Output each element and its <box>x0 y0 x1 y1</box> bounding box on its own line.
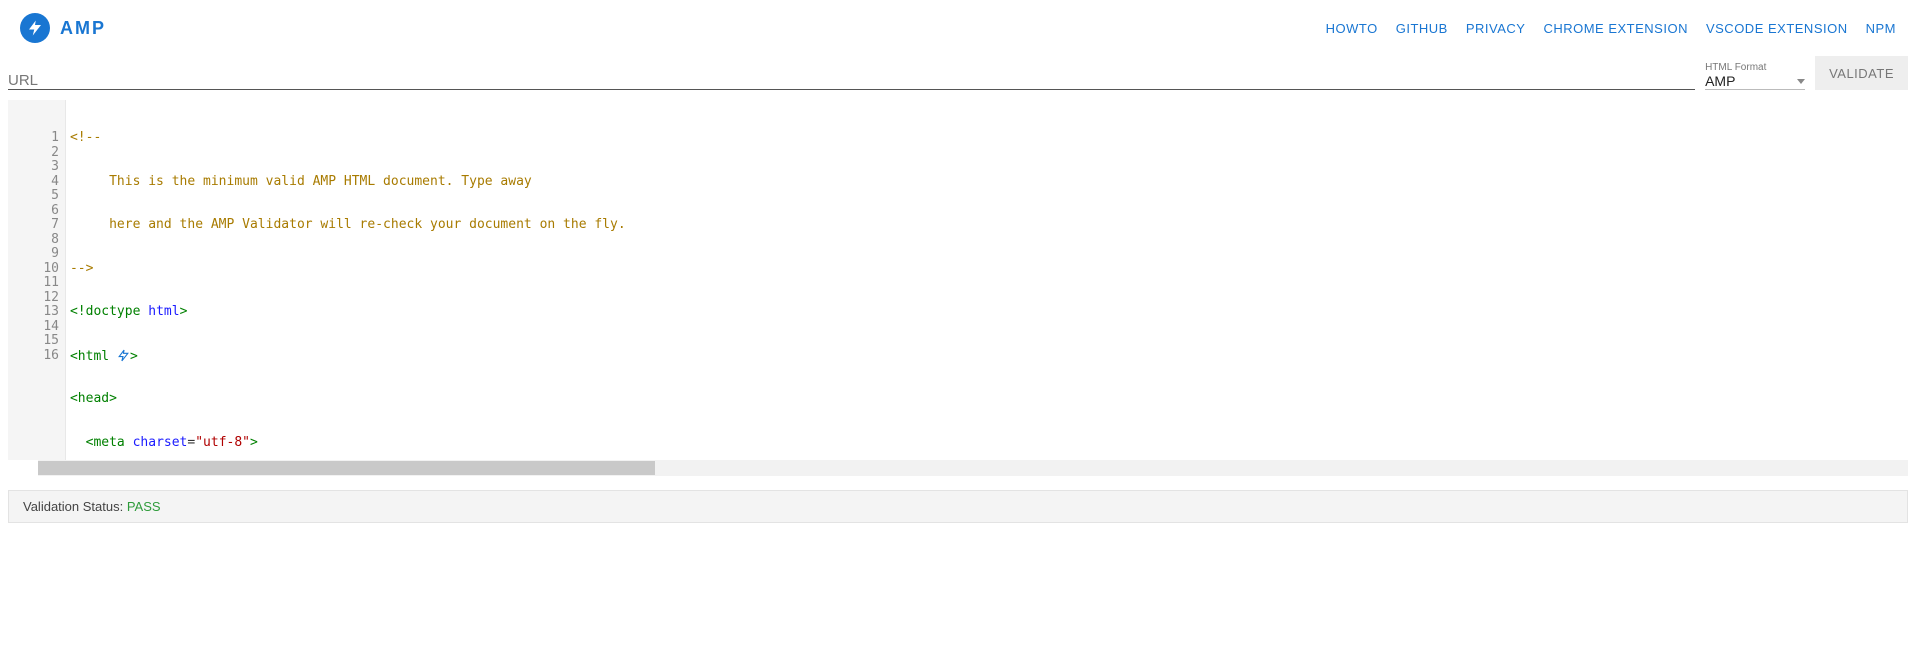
validation-status-value: PASS <box>127 499 161 514</box>
code-content[interactable]: <!-- This is the minimum valid AMP HTML … <box>66 100 1908 460</box>
logo[interactable]: AMP <box>20 13 106 43</box>
scrollbar-thumb[interactable] <box>38 461 655 475</box>
top-nav: HOWTO GITHUB PRIVACY CHROME EXTENSION VS… <box>1326 21 1896 36</box>
nav-vscode-extension[interactable]: VSCODE EXTENSION <box>1706 21 1848 36</box>
url-input[interactable]: URL <box>8 70 1695 90</box>
toolbar: URL HTML Format AMP VALIDATE <box>0 56 1916 94</box>
nav-chrome-extension[interactable]: CHROME EXTENSION <box>1543 21 1688 36</box>
validation-status-label: Validation Status: <box>23 499 127 514</box>
logo-text: AMP <box>60 18 106 39</box>
html-format-select[interactable]: HTML Format AMP <box>1705 62 1805 90</box>
bolt-icon <box>20 13 50 43</box>
nav-howto[interactable]: HOWTO <box>1326 21 1378 36</box>
nav-github[interactable]: GITHUB <box>1396 21 1448 36</box>
url-label: URL <box>8 72 1695 89</box>
html-format-label: HTML Format <box>1705 62 1805 73</box>
chevron-down-icon <box>1797 79 1805 84</box>
nav-npm[interactable]: NPM <box>1866 21 1896 36</box>
validation-status: Validation Status: PASS <box>8 490 1908 523</box>
validate-button[interactable]: VALIDATE <box>1815 56 1908 90</box>
amp-bolt-icon <box>117 349 130 364</box>
code-editor[interactable]: 12345678910111213141516 <!-- This is the… <box>8 100 1908 480</box>
line-gutter: 12345678910111213141516 <box>8 100 66 460</box>
html-format-value: AMP <box>1705 73 1735 89</box>
horizontal-scrollbar[interactable] <box>38 460 1908 476</box>
header: AMP HOWTO GITHUB PRIVACY CHROME EXTENSIO… <box>0 0 1916 56</box>
nav-privacy[interactable]: PRIVACY <box>1466 21 1526 36</box>
